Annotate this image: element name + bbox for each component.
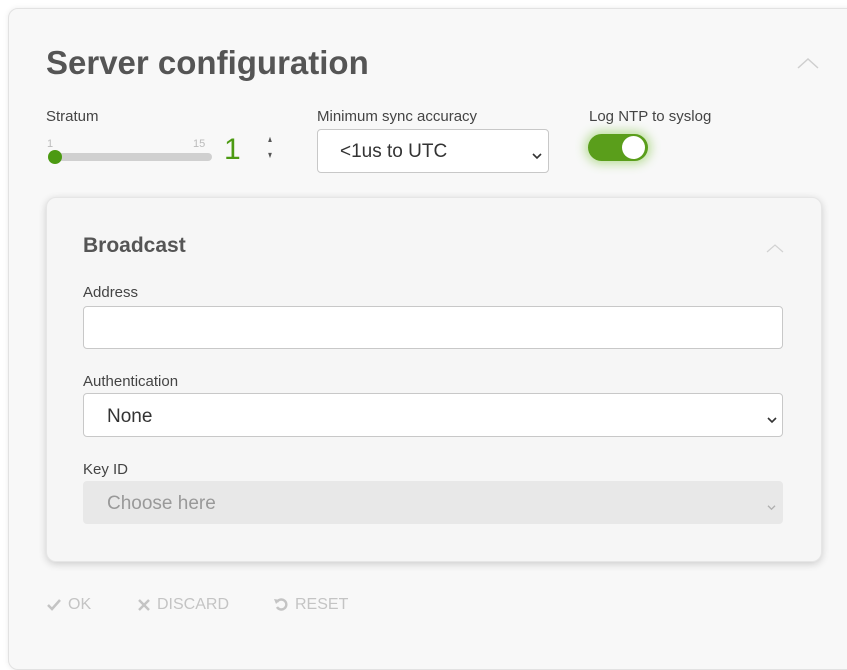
key-id-select: Choose here — [83, 481, 783, 524]
sync-accuracy-label: Minimum sync accuracy — [317, 108, 478, 125]
stratum-value: 1 — [224, 133, 241, 166]
address-label: Address — [83, 284, 139, 301]
slider-max-label: 15 — [193, 138, 206, 150]
authentication-value: None — [107, 406, 153, 427]
log-ntp-toggle[interactable] — [588, 134, 648, 161]
undo-icon — [274, 598, 288, 611]
chevron-down-icon — [532, 147, 542, 165]
address-input[interactable] — [83, 306, 783, 349]
toggle-knob — [622, 136, 645, 159]
slider-min-label: 1 — [47, 138, 54, 150]
chevron-down-icon — [767, 498, 776, 516]
stratum-slider-thumb[interactable] — [48, 150, 62, 164]
reset-button[interactable]: RESET — [273, 596, 348, 614]
log-ntp-label: Log NTP to syslog — [589, 108, 712, 125]
stratum-stepper[interactable]: ▲ ▼ — [263, 133, 277, 167]
reset-label: RESET — [295, 596, 349, 613]
authentication-select[interactable]: None — [83, 393, 783, 437]
ok-button[interactable]: OK — [46, 596, 91, 614]
stepper-down-icon[interactable]: ▼ — [265, 149, 275, 162]
sync-accuracy-value: <1us to UTC — [340, 141, 448, 162]
close-icon — [138, 599, 150, 611]
discard-label: DISCARD — [157, 596, 230, 613]
broadcast-title: Broadcast — [83, 234, 186, 257]
check-icon — [47, 599, 61, 611]
key-id-label: Key ID — [83, 461, 129, 478]
chevron-down-icon — [767, 411, 777, 429]
key-id-placeholder: Choose here — [107, 493, 216, 514]
stepper-up-icon[interactable]: ▲ — [265, 133, 275, 146]
stratum-slider-track[interactable] — [52, 153, 212, 161]
discard-button[interactable]: DISCARD — [137, 596, 229, 614]
authentication-label: Authentication — [83, 373, 179, 390]
broadcast-collapse-icon[interactable] — [766, 240, 784, 258]
stratum-label: Stratum — [46, 108, 99, 125]
collapse-icon[interactable] — [796, 56, 820, 75]
page-title: Server configuration — [46, 44, 369, 81]
ok-label: OK — [68, 596, 92, 613]
sync-accuracy-select[interactable]: <1us to UTC — [317, 129, 549, 173]
